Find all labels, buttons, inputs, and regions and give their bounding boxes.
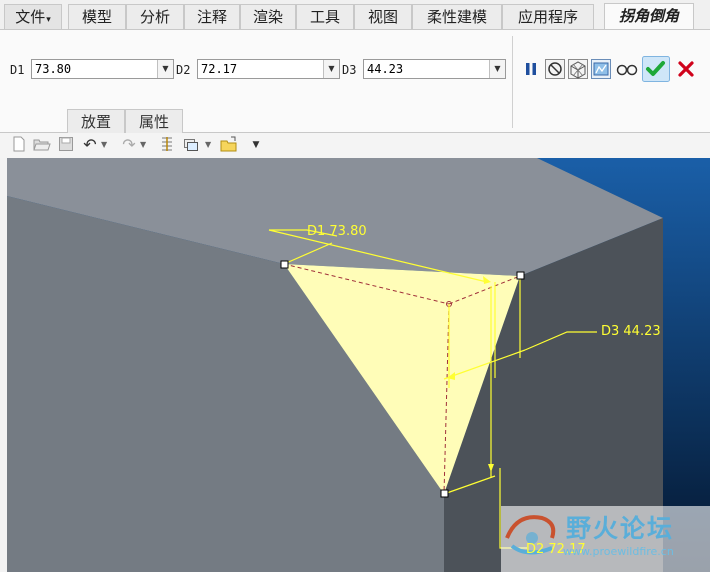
d1-model-label[interactable]: D1 73.80 xyxy=(307,224,367,239)
no-preview-button[interactable] xyxy=(544,58,566,80)
verify-preview-button[interactable] xyxy=(590,58,612,80)
d2-label: D2 xyxy=(176,63,191,77)
tab-label: 拐角倒角 xyxy=(618,7,679,25)
pause-button[interactable] xyxy=(520,58,542,80)
d3-model-label[interactable]: D3 44.23 xyxy=(601,324,661,339)
d3-label: D3 xyxy=(342,63,357,77)
tab-view[interactable]: 视图 xyxy=(354,4,412,30)
d2-input[interactable] xyxy=(198,60,323,78)
tab-label: 工具 xyxy=(309,8,340,26)
verify-preview-icon xyxy=(591,59,611,79)
chevron-down-icon[interactable]: ▼ xyxy=(205,136,211,154)
chevron-down-icon: ▾ xyxy=(46,15,51,25)
ribbon-tab-bar: 文件▾ 模型 分析 注释 渲染 工具 视图 柔性建模 应用程序 拐角倒角 xyxy=(0,0,710,31)
tab-label: 注释 xyxy=(196,8,227,26)
chevron-down-icon[interactable]: ▼ xyxy=(101,136,107,154)
customize-icon[interactable]: ▼ xyxy=(246,136,266,154)
d3-input[interactable] xyxy=(364,60,489,78)
tab-label: 渲染 xyxy=(252,8,283,26)
drag-handle[interactable] xyxy=(440,489,449,498)
ok-check-icon xyxy=(642,56,670,82)
tab-label: 视图 xyxy=(367,8,398,26)
properties-tab[interactable]: 属性 xyxy=(125,109,183,133)
geometry-preview-button[interactable] xyxy=(567,58,589,80)
tab-tools[interactable]: 工具 xyxy=(296,4,354,30)
tab-label: 模型 xyxy=(81,8,112,26)
tab-annotate[interactable]: 注释 xyxy=(184,4,240,30)
new-file-icon[interactable] xyxy=(9,136,29,154)
cancel-button[interactable] xyxy=(675,58,697,80)
preview-glasses-button[interactable] xyxy=(614,58,640,80)
tab-label: 分析 xyxy=(139,8,170,26)
watermark-url: www.proewildfire.cn xyxy=(563,545,674,558)
geometry-preview-icon xyxy=(568,59,588,79)
chevron-down-icon[interactable]: ▼ xyxy=(323,60,339,78)
windows-icon[interactable] xyxy=(181,136,201,154)
drag-handle[interactable] xyxy=(280,260,289,269)
regenerate-icon[interactable] xyxy=(157,136,177,154)
close-window-icon[interactable] xyxy=(219,136,239,154)
tab-file[interactable]: 文件▾ xyxy=(4,4,62,30)
d1-input[interactable] xyxy=(32,60,157,78)
chevron-down-icon[interactable]: ▼ xyxy=(489,60,505,78)
tab-file-label: 文件 xyxy=(15,8,46,26)
undo-icon[interactable]: ↶ xyxy=(80,136,100,154)
drag-handle[interactable] xyxy=(516,271,525,280)
corner-chamfer-dashboard: D1 ▼ D2 ▼ D3 ▼ 放置 属性 xyxy=(0,29,710,133)
no-preview-icon xyxy=(545,59,565,79)
pause-icon xyxy=(526,63,536,75)
tab-flexible-modeling[interactable]: 柔性建模 xyxy=(412,4,502,30)
tab-label: 应用程序 xyxy=(517,8,578,26)
tab-corner-chamfer[interactable]: 拐角倒角 xyxy=(604,3,694,31)
separator xyxy=(512,36,513,128)
watermark-title: 野火论坛 xyxy=(566,514,675,543)
properties-tab-label: 属性 xyxy=(138,113,169,131)
open-icon[interactable] xyxy=(32,136,52,154)
tab-analysis[interactable]: 分析 xyxy=(126,4,184,30)
placement-tab[interactable]: 放置 xyxy=(67,109,125,133)
glasses-icon xyxy=(616,64,638,76)
save-icon[interactable] xyxy=(56,136,76,154)
tab-applications[interactable]: 应用程序 xyxy=(502,4,594,30)
ok-button[interactable] xyxy=(642,56,670,82)
quick-access-toolbar: ↶ ▼ ↷ ▼ ▼ ▼ xyxy=(0,133,710,158)
d3-dropdown[interactable]: ▼ xyxy=(363,59,506,79)
tab-render[interactable]: 渲染 xyxy=(240,4,296,30)
d1-dropdown[interactable]: ▼ xyxy=(31,59,174,79)
redo-icon[interactable]: ↷ xyxy=(119,136,139,154)
placement-tab-label: 放置 xyxy=(80,113,111,131)
cancel-x-icon xyxy=(678,61,694,77)
chevron-down-icon[interactable]: ▼ xyxy=(140,136,146,154)
tab-model[interactable]: 模型 xyxy=(68,4,126,30)
d2-dropdown[interactable]: ▼ xyxy=(197,59,340,79)
tab-label: 柔性建模 xyxy=(426,8,487,26)
d1-label: D1 xyxy=(10,63,25,77)
chevron-down-icon[interactable]: ▼ xyxy=(157,60,173,78)
